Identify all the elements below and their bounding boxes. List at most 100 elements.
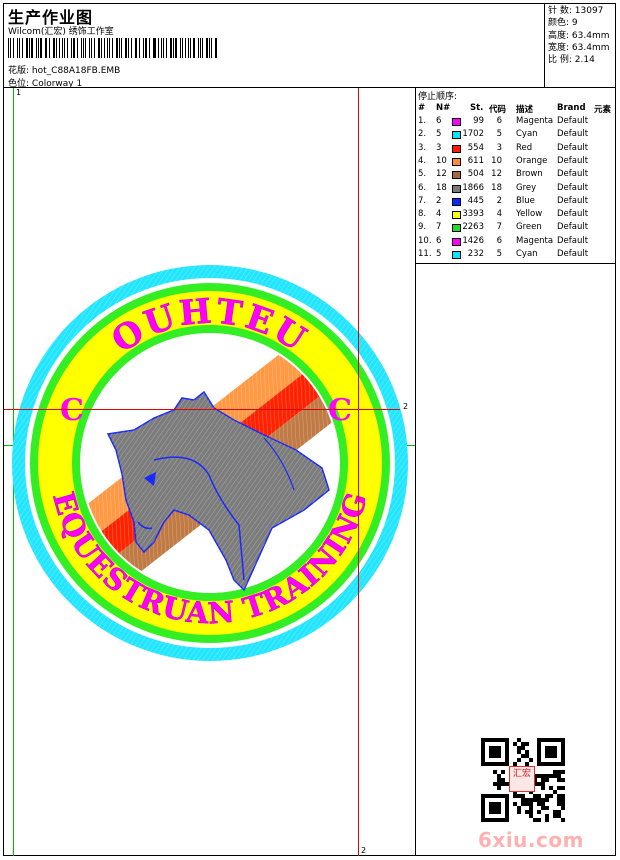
design-stats: 针 数: 13097 颜色: 9 高度: 63.4mm 宽度: 63.4mm 比…	[548, 5, 610, 66]
col-num: #	[418, 103, 426, 113]
sequence-row: 5. 12 504 12 Brown Default	[418, 169, 616, 182]
row-desc: Green	[516, 222, 542, 233]
row-n: 10	[436, 155, 447, 166]
barcode-bar	[144, 38, 147, 58]
barcode-bar	[8, 38, 10, 58]
red-guide-horizontal	[4, 409, 400, 410]
row-desc: Cyan	[516, 129, 538, 140]
barcode-bar	[16, 38, 19, 58]
barcode-bar	[188, 38, 190, 58]
sequence-row: 3. 3 554 3 Red Default	[418, 143, 616, 156]
barcode-bar	[94, 38, 96, 58]
row-num: 7.	[418, 195, 427, 206]
embroidery-design: OUHTEU EQUESTRUAN TRAINING C C	[12, 265, 408, 661]
stat-colors-label: 颜色:	[548, 18, 570, 29]
row-code: 4	[496, 209, 502, 220]
stat-scale-label: 比 例:	[548, 55, 572, 66]
stat-colors: 颜色: 9	[548, 17, 610, 29]
barcode-bar	[37, 38, 39, 58]
red-guide-vertical	[358, 88, 359, 856]
barcode-bar	[121, 38, 122, 58]
col-n: N#	[436, 103, 451, 113]
stat-stitches-value: 13097	[574, 6, 604, 16]
row-stitches: 2263	[462, 222, 484, 233]
barcode-bar	[214, 38, 217, 58]
row-stitches: 1866	[462, 182, 484, 193]
row-stitches: 3393	[462, 209, 484, 220]
barcode-bar	[55, 38, 57, 58]
barcode-bar	[81, 38, 82, 58]
sequence-row: 8. 4 3393 4 Yellow Default	[418, 209, 616, 222]
row-num: 3.	[418, 142, 427, 153]
barcode-bar	[10, 38, 11, 58]
barcode-bar	[28, 38, 30, 58]
row-n: 12	[436, 169, 447, 180]
barcode-bar	[161, 38, 162, 58]
barcode	[8, 38, 218, 58]
barcode-bar	[193, 38, 195, 58]
row-num: 6.	[418, 182, 427, 193]
seal-text: 汇宏	[512, 769, 531, 779]
row-code: 10	[491, 155, 502, 166]
barcode-bar	[118, 38, 120, 58]
barcode-bar	[19, 38, 21, 58]
barcode-bar	[100, 38, 102, 58]
barcode-bar	[64, 38, 66, 58]
barcode-bar	[134, 38, 136, 58]
row-desc: Red	[516, 142, 533, 153]
sequence-title: 停止顺序:	[418, 92, 458, 102]
sequence-row: 1. 6 99 6 Magenta Default	[418, 116, 616, 129]
barcode-bar	[82, 38, 84, 58]
barcode-bar	[208, 38, 210, 58]
col-st: St.	[470, 103, 484, 113]
row-num: 5.	[418, 169, 427, 180]
red-marker-v-label: 2	[361, 846, 367, 855]
row-brand: Default	[557, 129, 589, 140]
row-desc: Grey	[516, 182, 537, 193]
stat-colors-value: 9	[571, 18, 578, 29]
stat-scale-value: 2.14	[574, 55, 595, 66]
row-n: 3	[436, 142, 442, 153]
row-desc: Magenta	[516, 116, 554, 126]
barcode-bar	[85, 38, 86, 58]
barcode-bar	[91, 38, 93, 58]
row-brand: Default	[557, 142, 589, 153]
row-num: 8.	[418, 209, 427, 220]
table-bottom-divider	[415, 263, 616, 264]
sequence-row: 7. 2 445 2 Blue Default	[418, 196, 616, 209]
colorway-value: Colorway 1	[31, 79, 83, 89]
barcode-bar	[143, 38, 144, 58]
barcode-bar	[166, 38, 167, 58]
color-swatch	[452, 131, 461, 140]
red-seal-stamp: 汇宏	[509, 766, 535, 792]
row-brand: Default	[557, 116, 589, 126]
barcode-bar	[72, 38, 75, 58]
row-num: 10.	[418, 235, 432, 246]
sequence-row: 9. 7 2263 7 Green Default	[418, 222, 616, 235]
barcode-bar	[175, 38, 177, 58]
stat-width: 宽度: 63.4mm	[548, 42, 610, 54]
barcode-bar	[58, 38, 60, 58]
barcode-bar	[124, 38, 127, 58]
barcode-bar	[148, 38, 150, 58]
barcode-bar	[88, 38, 91, 58]
green-marker-label: 1	[16, 88, 22, 97]
barcode-bar	[162, 38, 165, 58]
barcode-bar	[184, 38, 186, 58]
col-code: 代码	[489, 105, 507, 115]
sequence-row: 2. 5 1702 5 Cyan Default	[418, 129, 616, 142]
row-brand: Default	[557, 222, 589, 233]
row-brand: Default	[557, 195, 589, 206]
barcode-bar	[197, 38, 199, 58]
barcode-bar	[107, 38, 109, 58]
row-num: 1.	[418, 116, 427, 126]
header-divider	[3, 87, 616, 88]
color-swatch	[452, 184, 461, 193]
color-swatch	[452, 171, 461, 180]
color-swatch	[452, 157, 461, 166]
row-brand: Default	[557, 155, 589, 166]
sequence-header: # N# St. 代码 描述 Brand 元素	[418, 103, 616, 115]
color-swatch	[452, 211, 461, 220]
barcode-bar	[12, 38, 14, 58]
file-name: 花版: hot_C88A18FB.EMB	[8, 63, 120, 76]
